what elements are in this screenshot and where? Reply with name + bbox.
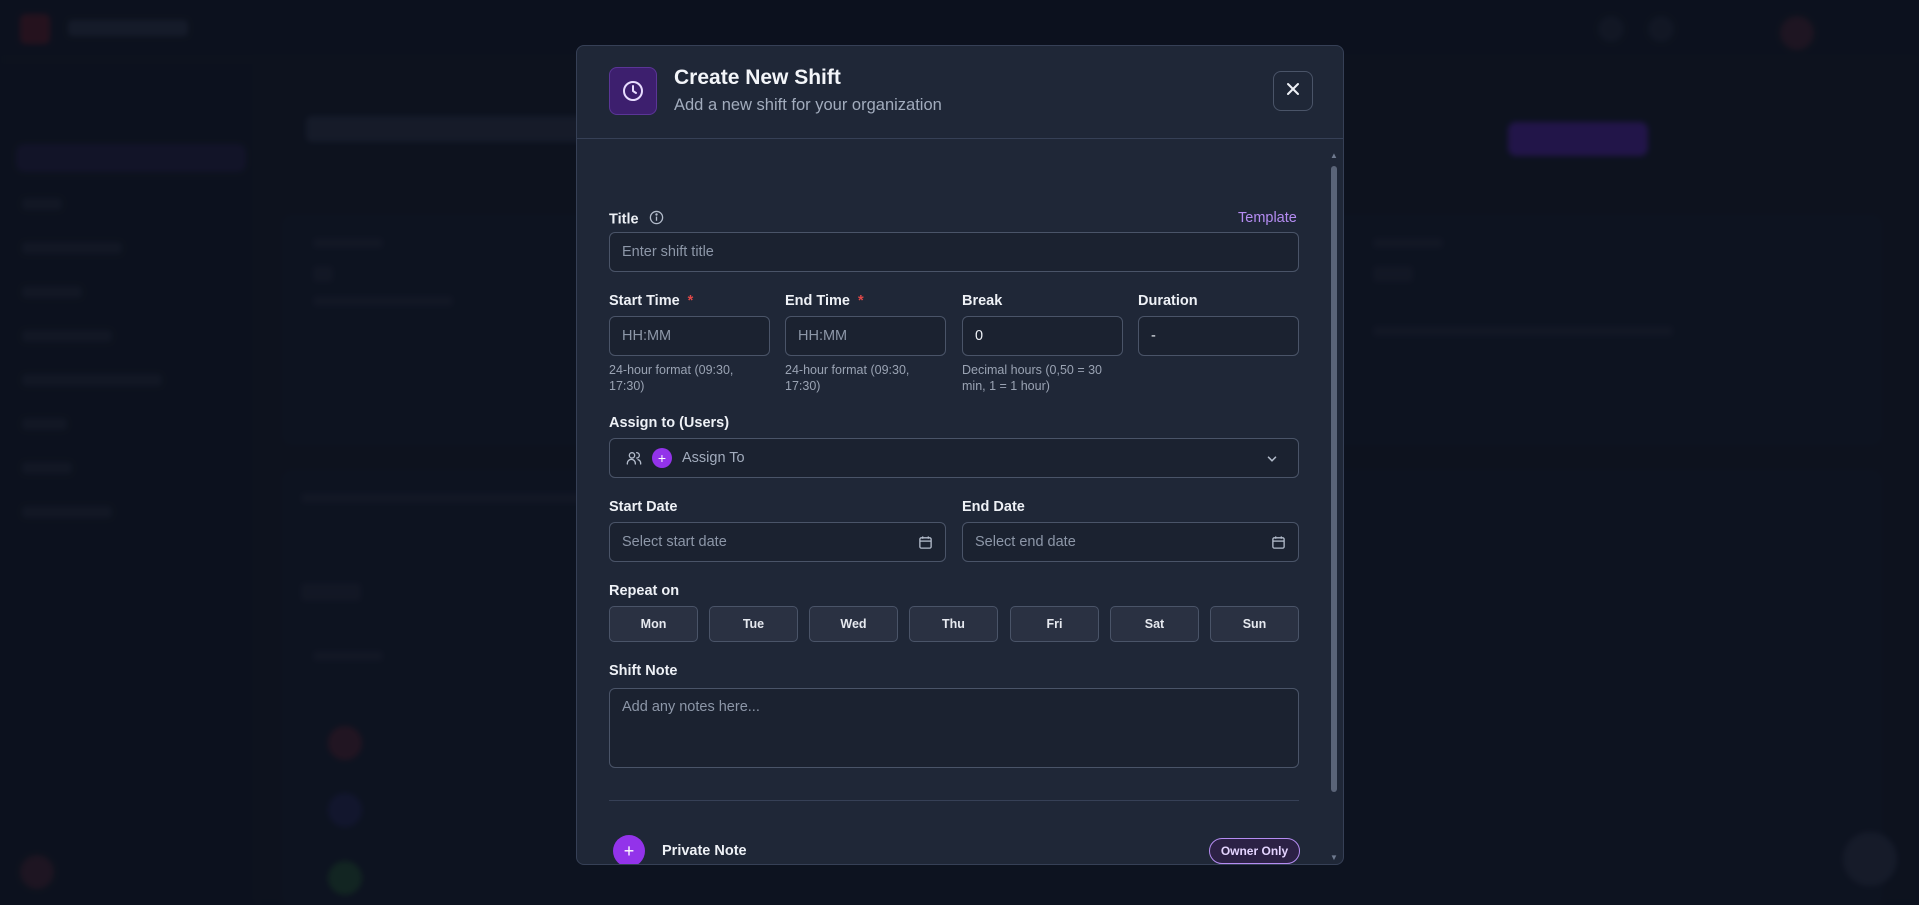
dialog-subtitle: Add a new shift for your organization <box>674 96 942 114</box>
duration-value: - <box>1151 328 1156 344</box>
end-date-label: End Date <box>962 499 1025 515</box>
scroll-up-arrow[interactable]: ▲ <box>1330 152 1338 160</box>
end-time-hint: 24-hour format (09:30, 17:30) <box>785 363 910 393</box>
day-toggle-wed[interactable]: Wed <box>809 606 898 642</box>
day-toggle-fri[interactable]: Fri <box>1010 606 1099 642</box>
chevron-down-icon <box>1265 452 1279 466</box>
end-date-input[interactable]: Select end date <box>962 522 1299 562</box>
title-input-placeholder: Enter shift title <box>622 244 714 260</box>
plus-icon[interactable]: + <box>652 448 672 468</box>
scroll-thumb[interactable] <box>1331 166 1337 792</box>
dialog-body: Title Template Enter shift title Start T… <box>577 140 1343 864</box>
break-value: 0 <box>975 328 984 344</box>
repeat-on-label: Repeat on <box>609 583 680 599</box>
start-time-input[interactable]: HH:MM <box>609 316 770 356</box>
start-time-label: Start Time * <box>609 293 694 309</box>
shift-note-label: Shift Note <box>609 663 678 679</box>
end-time-label: End Time * <box>785 293 864 309</box>
close-button[interactable] <box>1273 71 1313 111</box>
users-icon <box>626 450 642 466</box>
close-icon <box>1285 81 1301 102</box>
end-time-placeholder: HH:MM <box>798 328 848 344</box>
dialog-title: Create New Shift <box>674 66 841 89</box>
create-shift-dialog: Create New Shift Add a new shift for you… <box>576 45 1344 865</box>
plus-icon: + <box>623 840 635 861</box>
section-divider <box>609 800 1299 801</box>
day-toggle-thu[interactable]: Thu <box>909 606 998 642</box>
day-toggle-mon[interactable]: Mon <box>609 606 698 642</box>
required-mark: * <box>687 293 694 309</box>
day-toggle-sun[interactable]: Sun <box>1210 606 1299 642</box>
calendar-icon[interactable] <box>918 535 933 550</box>
scroll-down-arrow[interactable]: ▼ <box>1330 854 1338 862</box>
title-label: Title <box>609 210 664 229</box>
day-toggle-tue[interactable]: Tue <box>709 606 798 642</box>
private-note-label: Private Note <box>662 843 747 859</box>
break-label: Break <box>962 293 1003 309</box>
end-date-placeholder: Select end date <box>975 534 1076 550</box>
day-toggle-sat[interactable]: Sat <box>1110 606 1199 642</box>
start-date-label: Start Date <box>609 499 678 515</box>
start-time-placeholder: HH:MM <box>622 328 672 344</box>
duration-input[interactable]: - <box>1138 316 1299 356</box>
required-mark: * <box>858 293 864 309</box>
dialog-header: Create New Shift Add a new shift for you… <box>577 46 1343 139</box>
owner-only-badge: Owner Only <box>1209 838 1300 864</box>
add-private-note-button[interactable]: + <box>613 835 645 864</box>
title-input[interactable]: Enter shift title <box>609 232 1299 272</box>
duration-label: Duration <box>1138 293 1198 309</box>
clock-icon <box>609 67 657 115</box>
start-date-placeholder: Select start date <box>622 534 727 550</box>
start-date-input[interactable]: Select start date <box>609 522 946 562</box>
start-time-hint: 24-hour format (09:30, 17:30) <box>609 363 734 393</box>
dialog-scrollbar[interactable]: ▲ ▼ <box>1330 152 1338 864</box>
assign-label: Assign to (Users) <box>609 415 730 431</box>
assign-to-placeholder: Assign To <box>682 450 745 466</box>
break-hint: Decimal hours (0,50 = 30 min, 1 = 1 hour… <box>962 363 1103 393</box>
break-input[interactable]: 0 <box>962 316 1123 356</box>
shift-note-textarea[interactable]: Add any notes here... <box>609 688 1299 768</box>
template-link[interactable]: Template <box>1238 210 1297 226</box>
end-time-input[interactable]: HH:MM <box>785 316 946 356</box>
shift-note-placeholder: Add any notes here... <box>622 699 760 715</box>
info-icon[interactable] <box>649 210 664 229</box>
assign-to-select[interactable]: + Assign To <box>609 438 1299 478</box>
calendar-icon[interactable] <box>1271 535 1286 550</box>
